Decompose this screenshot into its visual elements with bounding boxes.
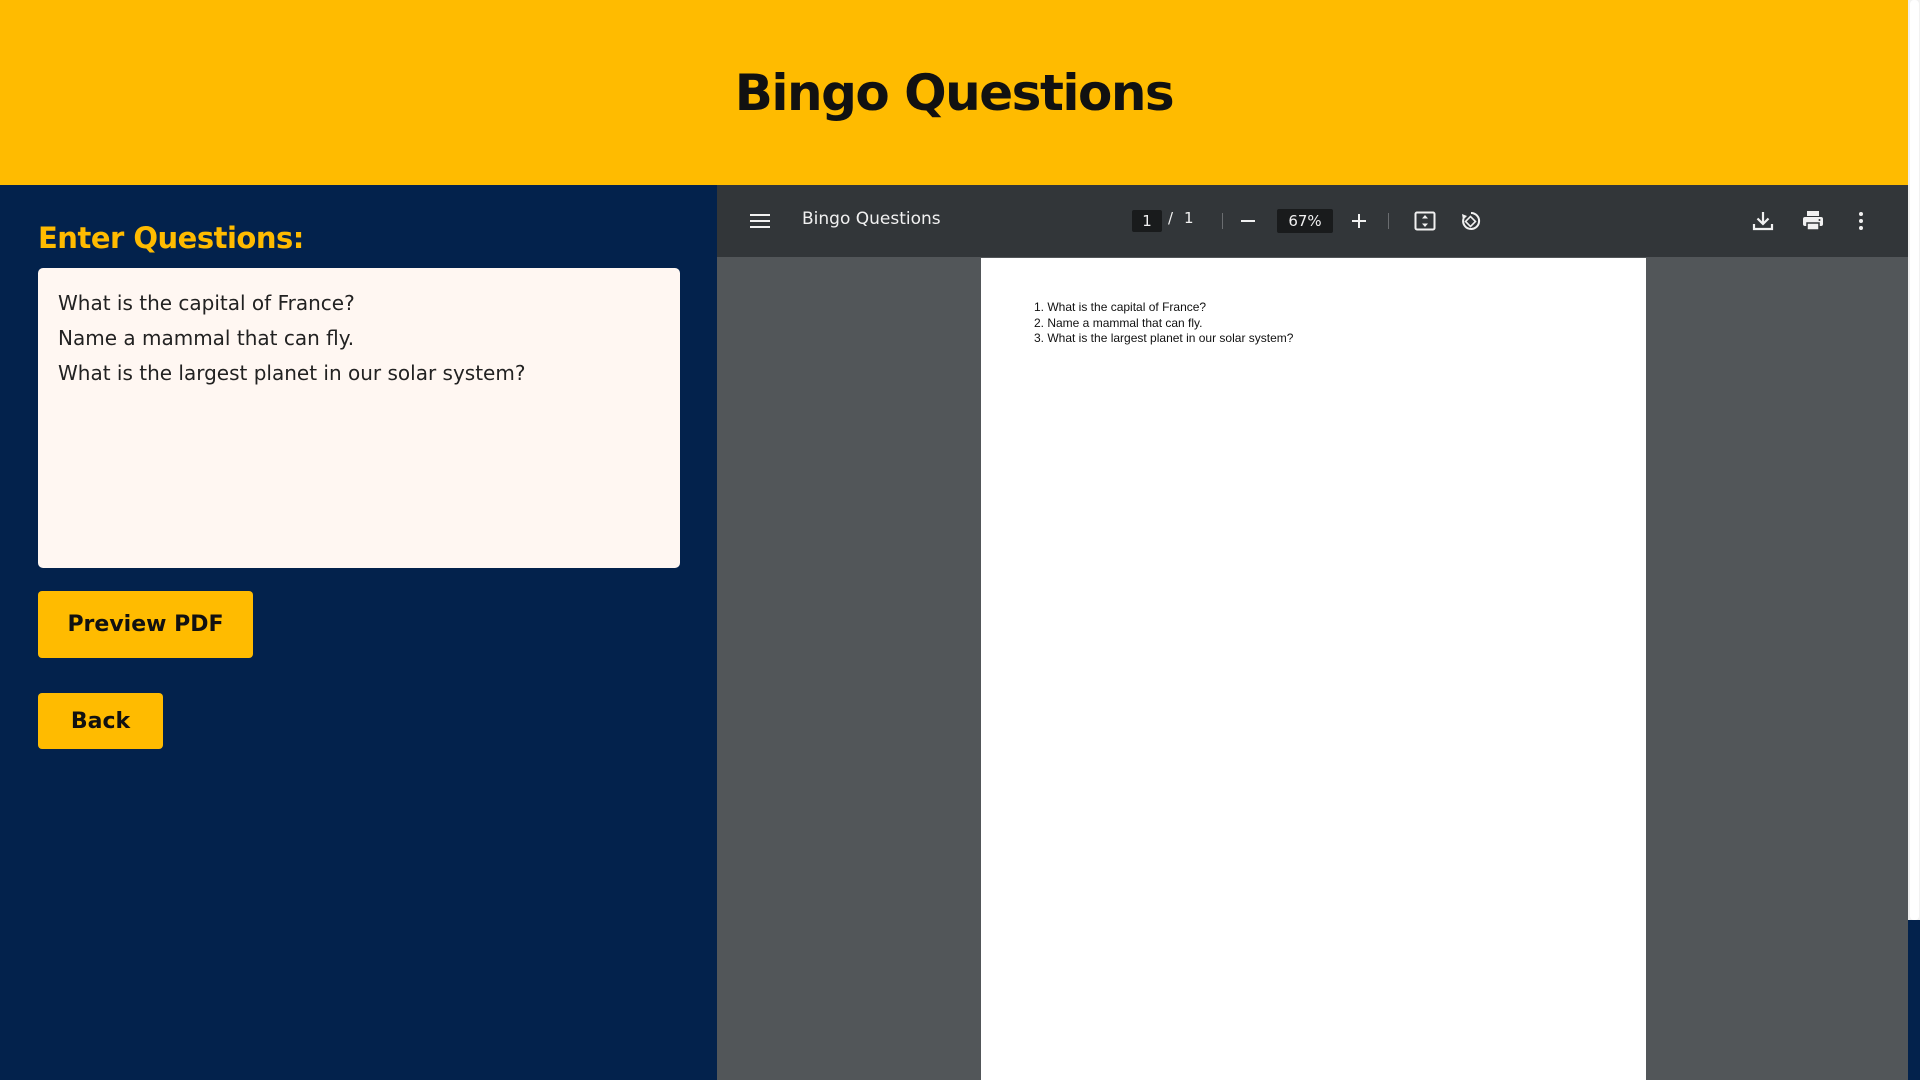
download-icon[interactable]: [1747, 205, 1779, 237]
more-vert-icon[interactable]: [1845, 205, 1877, 237]
pdf-list-item: 1. What is the capital of France?: [1034, 300, 1207, 314]
pdf-toolbar: Bingo Questions 1 / 1 67%: [717, 185, 1908, 257]
plus-icon[interactable]: [1344, 206, 1374, 236]
question-line: What is the largest planet in our solar …: [58, 361, 526, 385]
page-title: Bingo Questions: [734, 63, 1175, 122]
pdf-question-list: 1. What is the capital of France? 2. Nam…: [1034, 300, 1293, 347]
minus-icon[interactable]: [1233, 206, 1263, 236]
back-button[interactable]: Back: [38, 693, 163, 749]
pdf-list-item: 3. What is the largest planet in our sol…: [1034, 331, 1294, 345]
questions-panel: Enter Questions: What is the capital of …: [0, 185, 717, 1080]
pdf-document-title: Bingo Questions: [802, 209, 941, 229]
page-header: Bingo Questions: [0, 0, 1908, 185]
page-number-input[interactable]: 1: [1132, 210, 1162, 232]
fit-page-icon[interactable]: [1410, 206, 1440, 236]
questions-textarea[interactable]: What is the capital of France? Name a ma…: [38, 268, 680, 568]
scrollbar-lower-area: [1908, 920, 1920, 1080]
print-icon[interactable]: [1797, 205, 1829, 237]
pdf-list-item: 2. Name a mammal that can fly.: [1034, 315, 1203, 330]
pdf-page: 1. What is the capital of France? 2. Nam…: [981, 258, 1646, 1080]
page-total: 1: [1184, 209, 1194, 227]
toolbar-divider: [1222, 213, 1223, 229]
zoom-input[interactable]: 67%: [1277, 209, 1333, 233]
rotate-icon[interactable]: [1456, 206, 1486, 236]
pdf-viewer: Bingo Questions 1 / 1 67% 1. What is the…: [717, 185, 1908, 1080]
scrollbar-thumb[interactable]: [1910, 0, 1919, 920]
toolbar-divider: [1388, 213, 1389, 229]
question-line: What is the capital of France?: [58, 291, 355, 315]
preview-pdf-button[interactable]: Preview PDF: [38, 591, 253, 658]
page-separator: /: [1168, 209, 1174, 227]
menu-icon[interactable]: [745, 206, 775, 236]
questions-heading: Enter Questions:: [38, 221, 304, 255]
question-line: Name a mammal that can fly.: [58, 326, 355, 350]
app-root: Bingo Questions Enter Questions: What is…: [0, 0, 1920, 1080]
